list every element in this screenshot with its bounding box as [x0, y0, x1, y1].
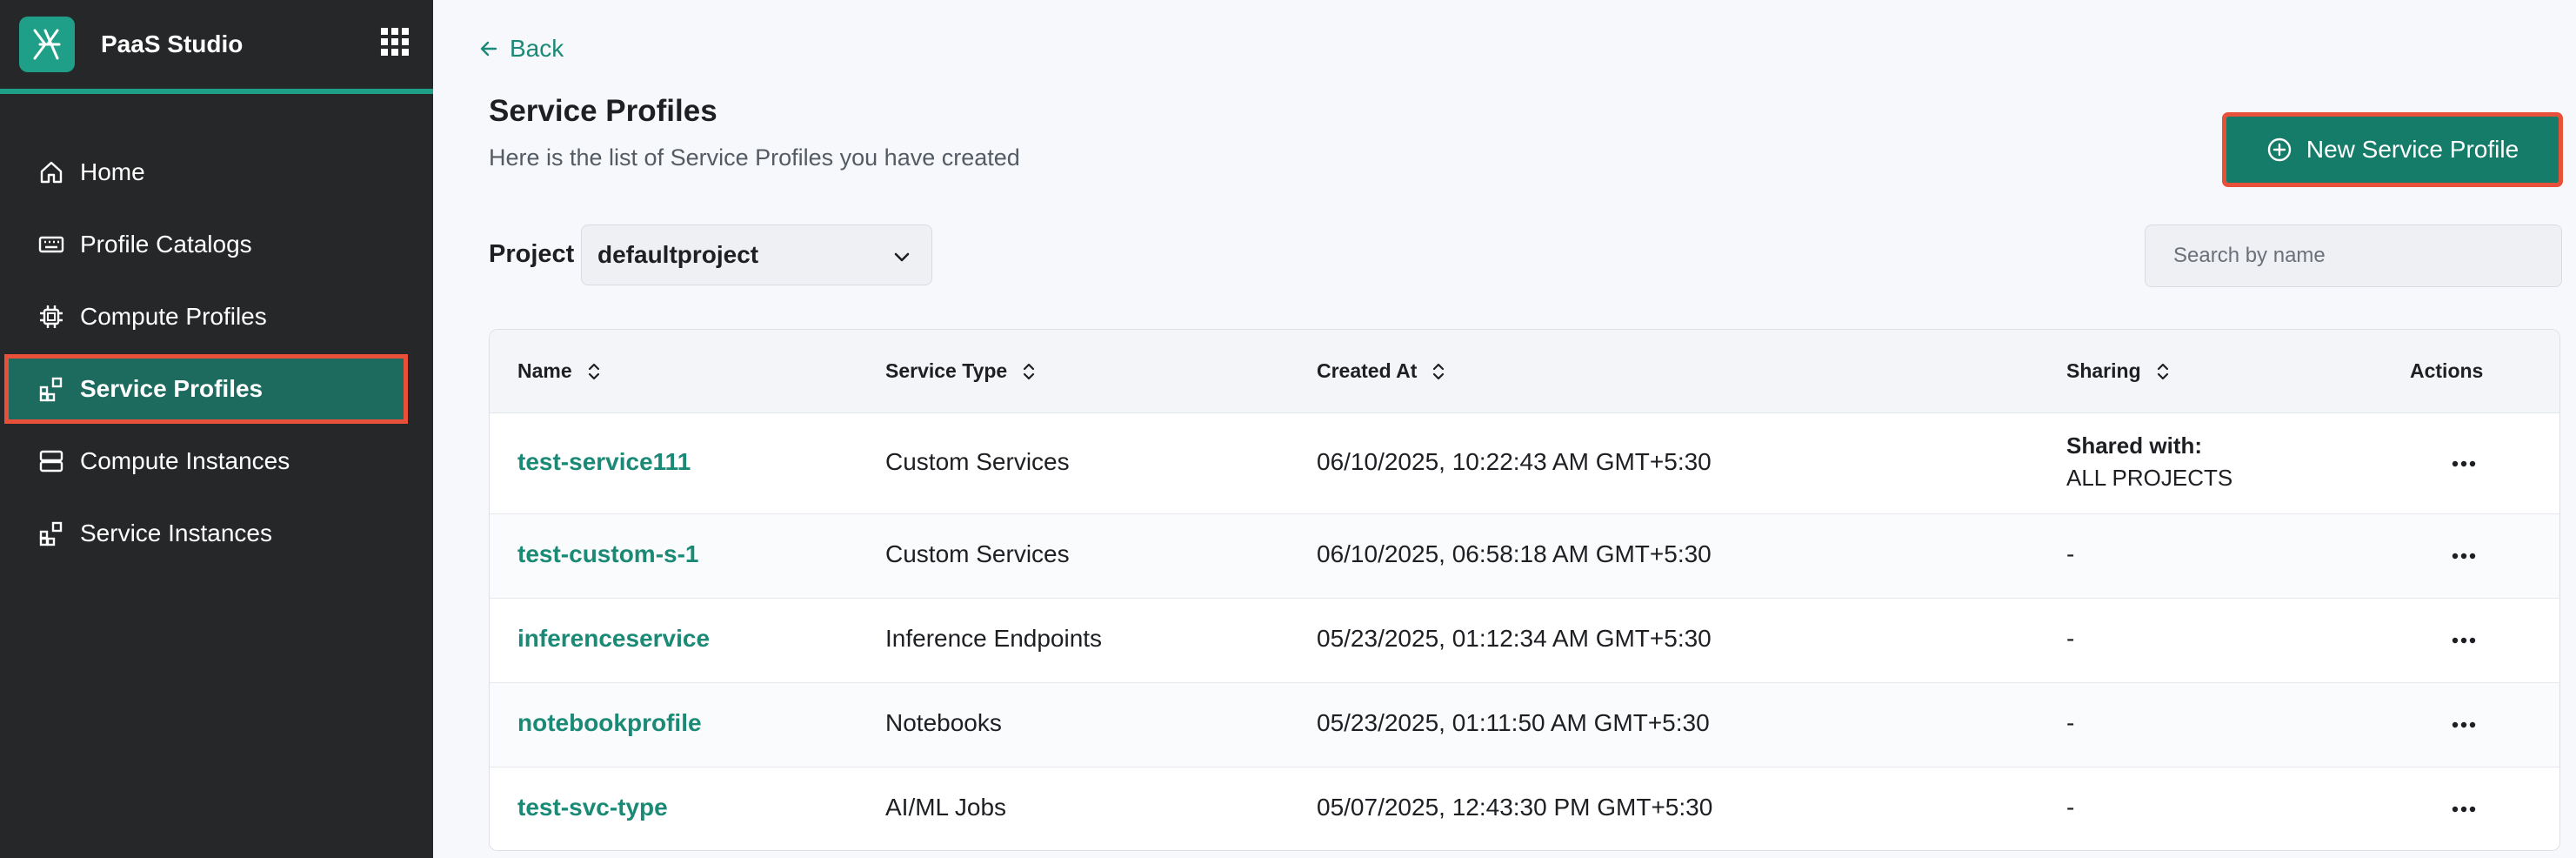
column-header-service-type[interactable]: Service Type [885, 359, 1035, 383]
more-actions-icon[interactable] [2450, 551, 2478, 561]
sidebar-item-compute-profiles[interactable]: Compute Profiles [9, 286, 404, 347]
sharing-value: ALL PROJECTS [2066, 465, 2233, 491]
table-row: test-custom-s-1 Custom Services 06/10/20… [490, 514, 2559, 599]
profile-name-link[interactable]: notebookprofile [517, 709, 702, 737]
column-header-name[interactable]: Name [517, 359, 600, 383]
column-label: Service Type [885, 359, 1008, 382]
brand-header: PaaS Studio [0, 0, 433, 94]
table-row: inferenceservice Inference Endpoints 05/… [490, 599, 2559, 683]
sidebar-item-label: Compute Instances [80, 447, 290, 474]
sidebar-item-profile-catalogs[interactable]: Profile Catalogs [9, 214, 404, 275]
back-label: Back [510, 35, 564, 62]
column-label: Actions [2410, 359, 2484, 382]
service-icon [39, 377, 63, 402]
table-row: test-svc-type AI/ML Jobs 05/07/2025, 12:… [490, 768, 2559, 850]
catalog-icon [38, 236, 64, 253]
sidebar-item-service-profiles[interactable]: Service Profiles [4, 354, 408, 424]
service-icon [39, 521, 63, 546]
sharing-value: - [2066, 794, 2075, 821]
page-subtitle: Here is the list of Service Profiles you… [489, 144, 1020, 171]
project-value: defaultproject [597, 241, 759, 268]
column-header-created-at[interactable]: Created At [1317, 359, 1445, 383]
service-type-cell: Custom Services [885, 448, 1070, 475]
column-label: Sharing [2066, 359, 2141, 382]
table-header: Name Service Type Created At Sharing Act… [490, 330, 2559, 413]
app-title: PaaS Studio [101, 30, 244, 57]
created-at-cell: 05/23/2025, 01:11:50 AM GMT+5:30 [1317, 709, 1710, 736]
more-actions-icon[interactable] [2450, 720, 2478, 730]
plus-circle-icon [2267, 137, 2292, 162]
sidebar-item-label: Profile Catalogs [80, 231, 252, 258]
column-label: Created At [1317, 359, 1418, 382]
profile-name-link[interactable]: test-svc-type [517, 794, 668, 821]
logo-icon [33, 29, 61, 60]
created-at-cell: 05/23/2025, 01:12:34 AM GMT+5:30 [1317, 625, 1712, 652]
sort-icon [1433, 363, 1445, 379]
more-actions-icon[interactable] [2450, 459, 2478, 469]
sort-icon [2157, 363, 2168, 379]
sharing-value: - [2066, 540, 2075, 567]
apps-grid-icon[interactable] [379, 26, 410, 57]
column-header-sharing[interactable]: Sharing [2066, 359, 2169, 383]
created-at-cell: 05/07/2025, 12:43:30 PM GMT+5:30 [1317, 794, 1713, 821]
column-header-actions: Actions [2410, 359, 2483, 383]
back-link[interactable]: Back [478, 35, 564, 63]
sharing-value: - [2066, 709, 2075, 736]
service-type-cell: Notebooks [885, 709, 1002, 736]
service-type-cell: Custom Services [885, 540, 1070, 567]
arrow-left-icon [480, 41, 497, 57]
service-profiles-table: Name Service Type Created At Sharing Act… [489, 329, 2560, 851]
sidebar-item-compute-instances[interactable]: Compute Instances [9, 431, 404, 492]
sharing-title: Shared with: [2066, 432, 2203, 459]
sidebar-item-label: Home [80, 158, 145, 185]
more-actions-icon[interactable] [2450, 804, 2478, 814]
project-label: Project [489, 240, 575, 268]
created-at-cell: 06/10/2025, 06:58:18 AM GMT+5:30 [1317, 540, 1712, 567]
main-content: Back Service Profiles Here is the list o… [433, 0, 2576, 858]
profile-name-link[interactable]: test-custom-s-1 [517, 540, 698, 568]
column-label: Name [517, 359, 572, 382]
project-select[interactable]: defaultproject [581, 225, 932, 285]
new-button-label: New Service Profile [2306, 136, 2519, 163]
created-at-cell: 06/10/2025, 10:22:43 AM GMT+5:30 [1317, 448, 1712, 475]
sort-icon [1024, 363, 1035, 379]
home-icon [40, 161, 63, 184]
profile-name-link[interactable]: test-service111 [517, 448, 691, 476]
sharing-value: - [2066, 625, 2075, 652]
chevron-down-icon [894, 252, 910, 262]
profile-name-link[interactable]: inferenceservice [517, 625, 710, 653]
sort-icon [588, 363, 599, 379]
sidebar-item-service-instances[interactable]: Service Instances [9, 503, 404, 564]
more-actions-icon[interactable] [2450, 635, 2478, 646]
service-type-cell: AI/ML Jobs [885, 794, 1007, 821]
chip-icon [40, 305, 63, 328]
sidebar-item-label: Service Profiles [80, 375, 264, 402]
sidebar-item-label: Service Instances [80, 519, 272, 546]
sidebar-item-home[interactable]: Home [9, 142, 404, 203]
table-row: notebookprofile Notebooks 05/23/2025, 01… [490, 683, 2559, 768]
table-row: test-service111 Custom Services 06/10/20… [490, 413, 2559, 514]
new-service-profile-button[interactable]: New Service Profile [2222, 112, 2563, 187]
sidebar-item-label: Compute Profiles [80, 303, 267, 330]
server-icon [39, 450, 63, 473]
sharing-cell: Shared with: ALL PROJECTS [2066, 432, 2232, 492]
service-type-cell: Inference Endpoints [885, 625, 1103, 652]
sidebar: PaaS Studio Home Profile Catalogs Comput… [0, 0, 433, 858]
page-title: Service Profiles [489, 94, 717, 128]
app-logo[interactable] [19, 17, 75, 72]
search-input[interactable] [2145, 225, 2562, 287]
